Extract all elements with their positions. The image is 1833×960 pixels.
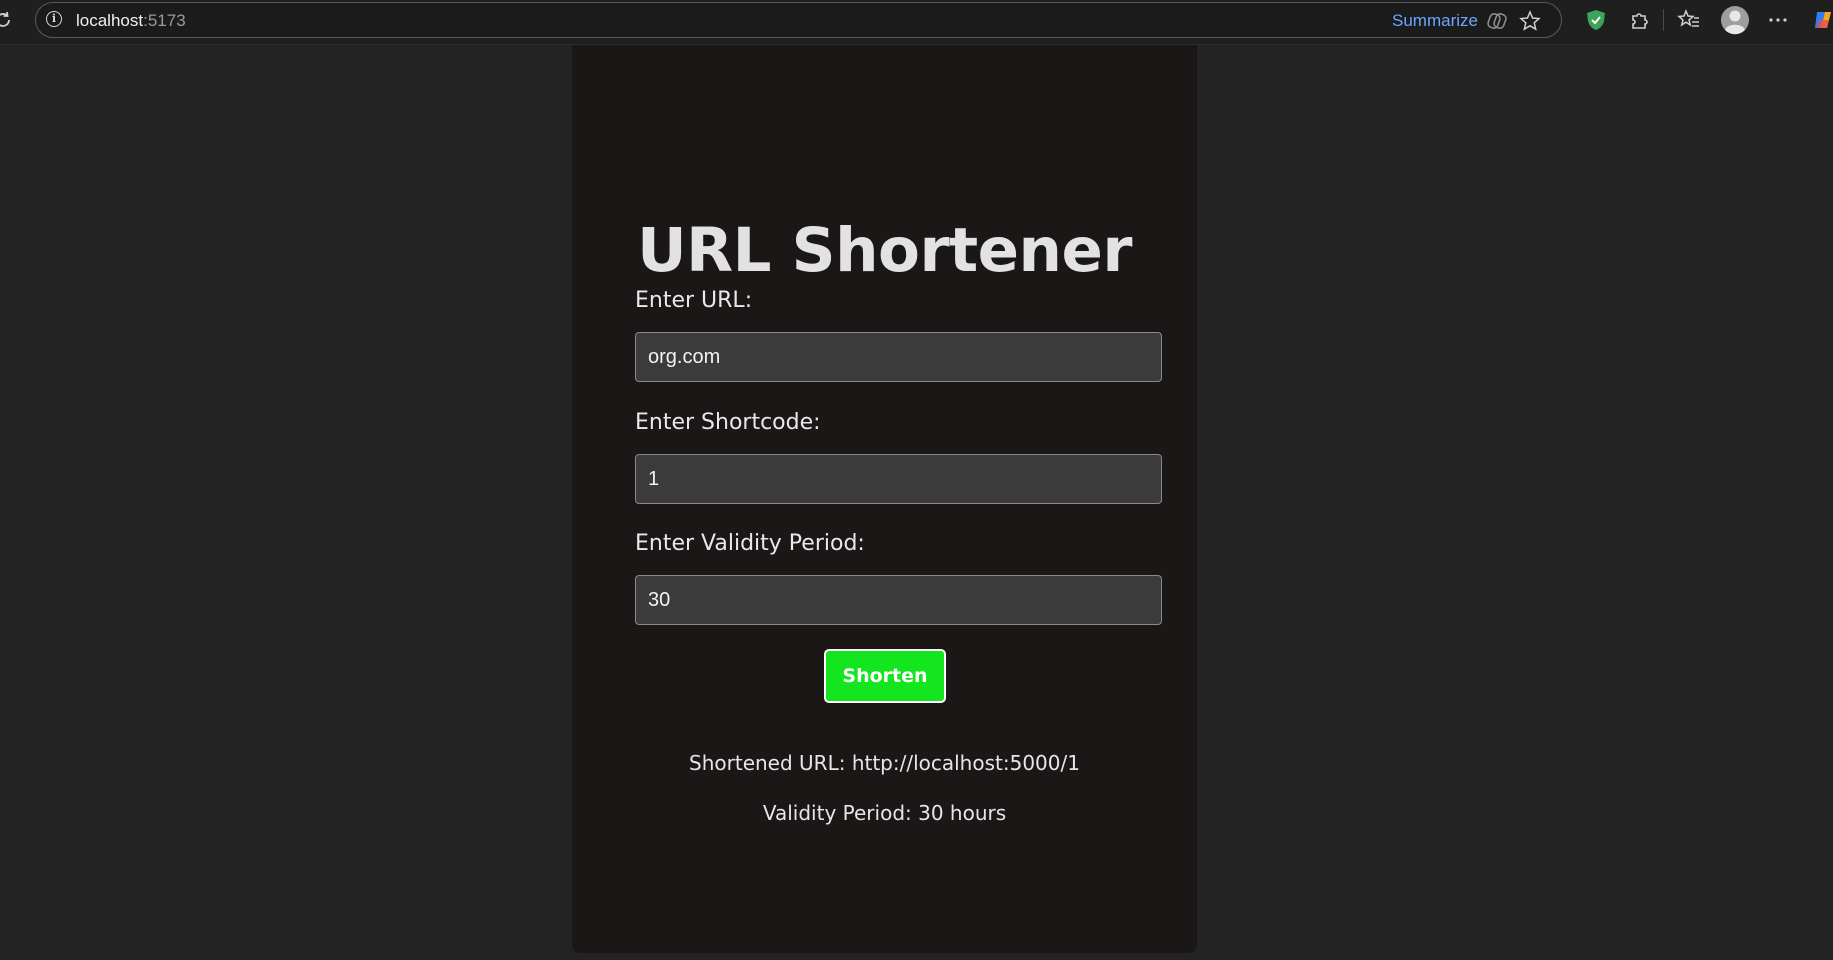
shorten-button[interactable]: Shorten xyxy=(824,649,946,703)
copilot-summarize-icon[interactable] xyxy=(1486,10,1508,32)
toolbar-divider xyxy=(1663,9,1664,31)
copilot-icon[interactable] xyxy=(1811,8,1833,32)
shortcode-input[interactable] xyxy=(635,454,1162,504)
validity-period-text: Validity Period: 30 hours xyxy=(762,801,1007,825)
favorites-icon[interactable] xyxy=(1677,8,1701,32)
url-label: Enter URL: xyxy=(635,288,753,313)
address-bar[interactable]: i localhost:5173 Summarize xyxy=(35,2,1562,38)
summarize-button[interactable]: Summarize xyxy=(1392,11,1478,31)
shield-icon[interactable] xyxy=(1584,8,1608,32)
more-icon[interactable] xyxy=(1766,8,1790,32)
page-title: URL Shortener xyxy=(637,215,1132,286)
profile-icon[interactable] xyxy=(1720,5,1750,35)
shortcode-label: Enter Shortcode: xyxy=(635,410,821,435)
validity-label: Enter Validity Period: xyxy=(635,531,865,556)
address-url[interactable]: localhost:5173 xyxy=(76,11,186,31)
browser-toolbar: i localhost:5173 Summarize xyxy=(0,0,1833,45)
validity-input[interactable] xyxy=(635,575,1162,625)
shortener-card: URL Shortener Enter URL: Enter Shortcode… xyxy=(572,45,1197,953)
favorite-star-icon[interactable] xyxy=(1519,10,1541,32)
shortened-url-text: Shortened URL: http://localhost:5000/1 xyxy=(689,751,1080,775)
extensions-icon[interactable] xyxy=(1627,8,1651,32)
reload-icon[interactable] xyxy=(0,10,14,30)
url-input[interactable] xyxy=(635,332,1162,382)
info-icon[interactable]: i xyxy=(46,11,62,27)
